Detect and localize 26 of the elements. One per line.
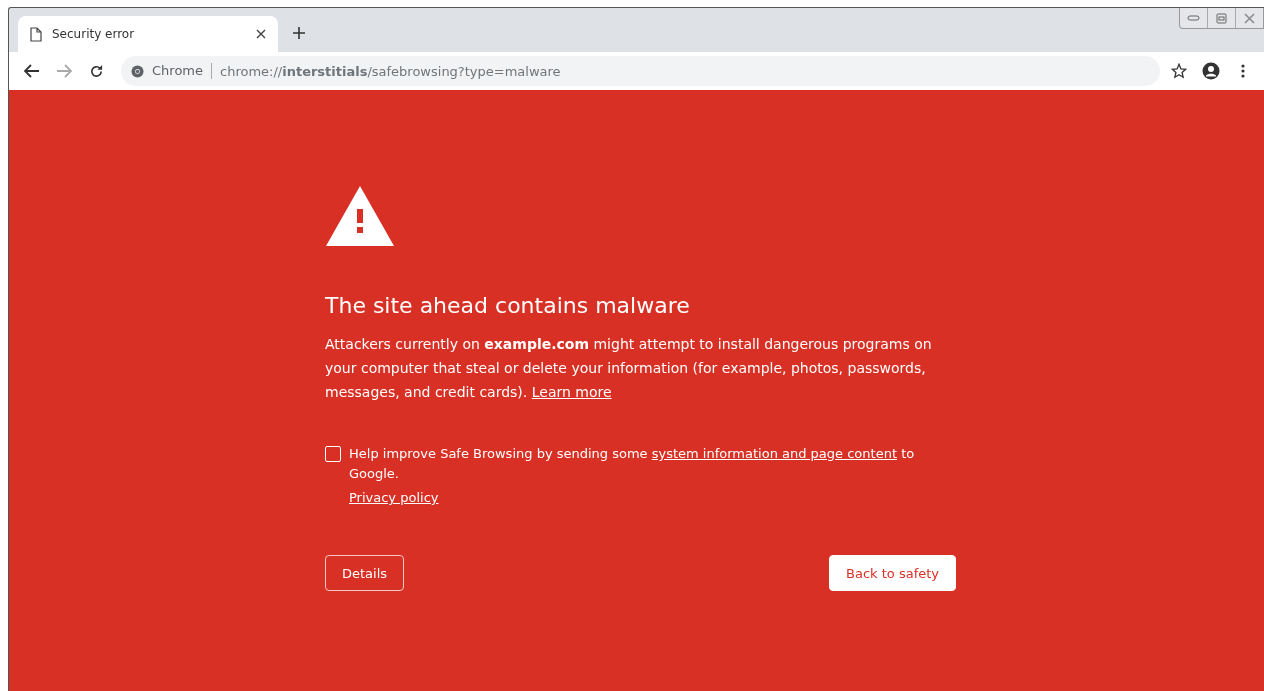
reload-icon[interactable] xyxy=(88,63,104,79)
page-icon xyxy=(30,26,42,42)
minimize-icon[interactable] xyxy=(1187,15,1200,21)
warning-paragraph: Attackers currently on example.com might attempt to install dangerous programs on your computer that steal or delete your information (for example, photos, passwords, messages, and credit cards). Learn more xyxy=(325,335,933,402)
close-icon[interactable] xyxy=(256,29,266,39)
plus-icon[interactable] xyxy=(292,26,306,40)
close-window-icon[interactable] xyxy=(1244,12,1255,24)
star-icon[interactable] xyxy=(1171,63,1187,79)
address-bar[interactable]: Chrome chrome://interstitials/safebrowsing?type=malware xyxy=(121,56,1160,86)
system-info-link[interactable]: system information and page content xyxy=(651,446,897,461)
maximize-icon[interactable] xyxy=(1216,12,1227,24)
learn-more-link[interactable]: Learn more xyxy=(531,384,612,400)
opt-in-text: Help improve Safe Browsing by sending some system information and page content to Google. xyxy=(349,445,916,483)
chrome-logo-icon xyxy=(131,64,144,78)
warning-icon xyxy=(325,185,395,247)
origin-label: Chrome xyxy=(152,63,212,79)
checkbox[interactable] xyxy=(325,446,341,462)
details-button[interactable]: Details xyxy=(325,555,405,591)
back-to-safety-button[interactable]: Back to safety xyxy=(829,555,956,591)
browser-tab[interactable]: Security error xyxy=(18,16,278,52)
page-heading: The site ahead contains malware xyxy=(325,293,691,318)
menu-icon[interactable] xyxy=(1241,64,1245,78)
back-arrow-icon[interactable] xyxy=(24,64,40,78)
profile-icon[interactable] xyxy=(1202,62,1220,80)
url-text: chrome://interstitials/safebrowsing?type=malware xyxy=(220,63,562,79)
privacy-policy-link[interactable]: Privacy policy xyxy=(349,490,439,505)
